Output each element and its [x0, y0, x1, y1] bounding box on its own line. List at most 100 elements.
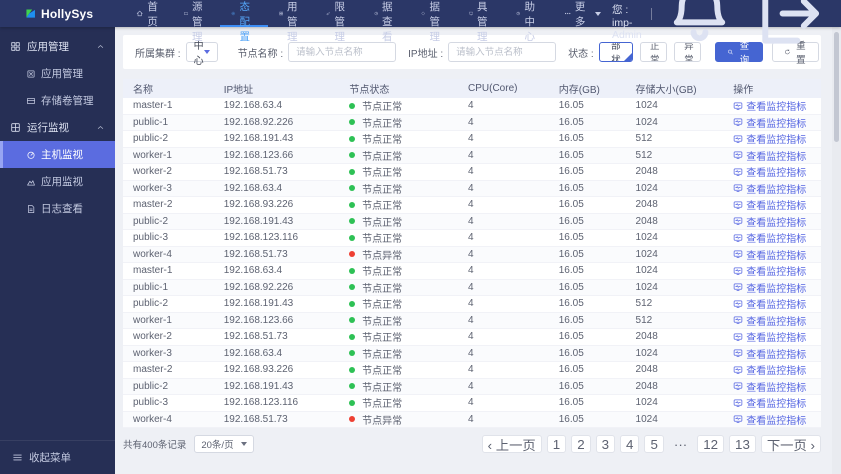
cell-name: public-2 — [123, 130, 214, 148]
nav-item-key[interactable]: 权限管理 — [315, 0, 363, 43]
page-number-button[interactable]: 1 — [546, 435, 567, 453]
cluster-label: 所属集群 : — [135, 48, 181, 60]
view-metrics-link[interactable]: 查看监控指标 — [733, 379, 806, 394]
table-row: master-2 192.168.93.226 节点正常 4 16.05 204… — [123, 196, 821, 214]
nav-item-home[interactable]: 首页 — [125, 0, 173, 28]
prev-page-button[interactable]: ‹ 上一页 — [481, 435, 542, 453]
cell-cpu: 4 — [458, 180, 549, 197]
page-number-button[interactable]: 5 — [644, 435, 664, 453]
brand-name: HollySys — [41, 6, 94, 21]
view-metrics-link[interactable]: 查看监控指标 — [733, 115, 806, 130]
page-number-button[interactable]: 3 — [595, 435, 616, 453]
nav-item-folder[interactable]: 资源管理 — [173, 0, 221, 43]
monitor-metrics-icon — [733, 398, 743, 408]
view-metrics-label: 查看监控指标 — [746, 217, 807, 229]
cell-name: worker-3 — [123, 180, 214, 197]
nav-item-question[interactable]: 帮助中心 — [505, 0, 553, 43]
view-metrics-label: 查看监控指标 — [746, 382, 807, 394]
nav-item-diamond[interactable]: 数据管理 — [410, 0, 458, 43]
sidebar-item[interactable]: 应用监视 — [0, 168, 115, 195]
total-records-label: 共有400条记录 — [123, 440, 187, 451]
page-number-button[interactable]: 13 — [729, 435, 756, 453]
sidebar-item[interactable]: 应用管理 — [0, 60, 115, 87]
view-metrics-link[interactable]: 查看监控指标 — [733, 313, 806, 328]
view-metrics-link[interactable]: 查看监控指标 — [733, 412, 806, 427]
view-metrics-label: 查看监控指标 — [746, 250, 807, 262]
page-number-list: 1 2 3 4 5 ··· 12 13 — [546, 435, 756, 453]
cell-storage: 512 — [625, 130, 724, 148]
page-number-button[interactable]: 4 — [620, 435, 640, 453]
view-metrics-link[interactable]: 查看监控指标 — [733, 181, 806, 196]
cell-ip: 192.168.191.43 — [213, 130, 340, 148]
collapse-menu-button[interactable]: 收起菜单 — [0, 440, 115, 474]
nav-item-grid[interactable]: 应用管理 — [268, 0, 316, 43]
sidebar-item[interactable]: 日志查看 — [0, 195, 115, 222]
view-metrics-link[interactable]: 查看监控指标 — [733, 247, 806, 262]
monitor-metrics-icon — [733, 117, 743, 127]
nav-item-clock[interactable]: 数据查看 — [363, 0, 411, 43]
view-metrics-link[interactable]: 查看监控指标 — [733, 230, 806, 245]
cell-status: 节点正常 — [339, 196, 459, 214]
view-metrics-link[interactable]: 查看监控指标 — [733, 296, 806, 311]
status-text: 节点正常 — [362, 217, 403, 229]
view-metrics-label: 查看监控指标 — [746, 415, 807, 427]
column-header: CPU(Core) — [458, 79, 549, 98]
nav-item-label: 帮助中心 — [524, 0, 535, 43]
view-metrics-label: 查看监控指标 — [746, 201, 807, 212]
column-header: 内存(GB) — [548, 79, 626, 98]
view-metrics-link[interactable]: 查看监控指标 — [733, 214, 806, 229]
view-metrics-link[interactable]: 查看监控指标 — [733, 329, 806, 344]
chevron-down-icon — [203, 50, 210, 54]
view-metrics-link[interactable]: 查看监控指标 — [733, 362, 806, 377]
cluster-select[interactable]: 中心 — [185, 41, 218, 67]
nav-item-gear[interactable]: 组态配置 — [220, 0, 268, 43]
next-page-button[interactable]: 下一页 › — [760, 435, 821, 453]
monitor-metrics-icon — [733, 134, 743, 144]
view-metrics-label: 查看监控指标 — [746, 316, 807, 328]
column-header: 名称 — [123, 79, 214, 98]
nav-item-label: 组态配置 — [239, 0, 250, 43]
ip-input[interactable] — [448, 42, 557, 62]
cell-cpu: 4 — [458, 213, 549, 230]
view-metrics-link[interactable]: 查看监控指标 — [733, 197, 806, 212]
cell-action: 查看监控指标 — [723, 130, 821, 148]
view-metrics-link[interactable]: 查看监控指标 — [733, 395, 806, 410]
monitor-metrics-icon — [733, 365, 743, 375]
page-number-button[interactable]: 2 — [571, 435, 591, 453]
collapse-menu-label: 收起菜单 — [29, 452, 71, 464]
cell-memory: 16.05 — [548, 246, 626, 263]
view-metrics-link[interactable]: 查看监控指标 — [733, 263, 806, 278]
cell-storage: 1024 — [625, 411, 724, 428]
cell-ip: 192.168.93.226 — [213, 361, 340, 379]
cell-memory: 16.05 — [548, 147, 626, 164]
table-row: public-1 192.168.92.226 节点正常 4 16.05 102… — [123, 279, 821, 296]
clock-icon — [374, 8, 378, 19]
view-metrics-link[interactable]: 查看监控指标 — [733, 98, 806, 113]
node-table-card: 名称 IP地址 节点状态 CPU(Core) 内存(GB) 存储大小(GB) 操作 mast… — [123, 79, 821, 428]
nav-item-monitor[interactable]: 工具管理 — [458, 0, 506, 43]
column-header: 节点状态 — [339, 79, 459, 98]
sidebar-group-header[interactable]: 应用管理 — [0, 33, 115, 60]
notification-bell-button[interactable] — [660, 0, 739, 53]
nav-item-more[interactable]: 更多 — [553, 0, 613, 28]
page-size-select[interactable]: 20条/页 — [194, 435, 255, 453]
view-metrics-link[interactable]: 查看监控指标 — [733, 346, 806, 361]
status-dot — [349, 366, 356, 373]
view-metrics-label: 查看监控指标 — [746, 135, 807, 146]
node-name-input[interactable] — [288, 42, 397, 62]
logout-button[interactable] — [748, 0, 827, 53]
cell-status: 节点正常 — [339, 328, 459, 346]
view-metrics-link[interactable]: 查看监控指标 — [733, 280, 806, 295]
view-metrics-link[interactable]: 查看监控指标 — [733, 148, 806, 163]
folder-icon — [183, 8, 188, 19]
view-metrics-link[interactable]: 查看监控指标 — [733, 164, 806, 179]
cell-name: worker-2 — [123, 328, 214, 346]
status-dot — [349, 416, 356, 423]
sidebar-item[interactable]: 主机监视 — [0, 141, 115, 168]
page-number-button[interactable]: 12 — [697, 435, 725, 453]
hollysys-logo-icon — [26, 9, 35, 18]
view-metrics-link[interactable]: 查看监控指标 — [733, 131, 806, 146]
view-metrics-label: 查看监控指标 — [746, 267, 807, 278]
sidebar-group-header[interactable]: 运行监视 — [0, 114, 115, 141]
sidebar-item[interactable]: 存储卷管理 — [0, 87, 115, 114]
